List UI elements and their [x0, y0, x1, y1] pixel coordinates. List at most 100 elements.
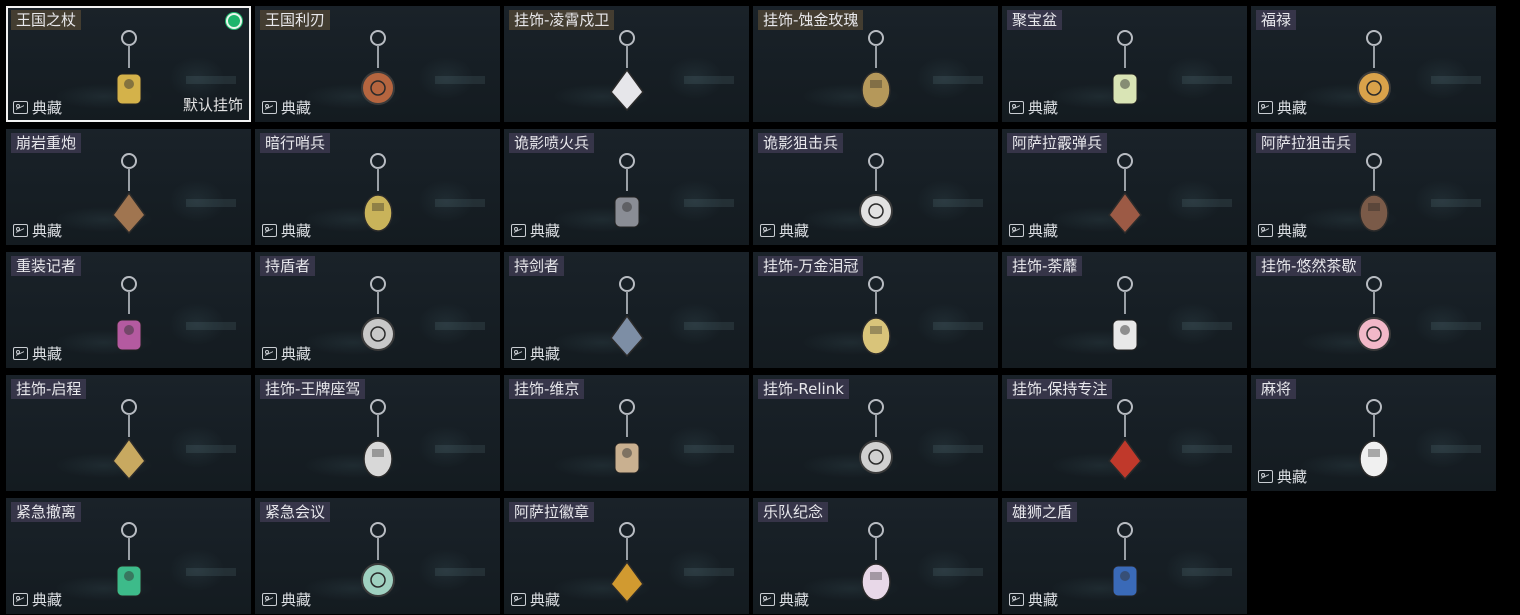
- charm-card[interactable]: 挂饰-王牌座驾: [255, 375, 500, 491]
- charm-card[interactable]: 挂饰-Relink: [753, 375, 998, 491]
- collection-label: 典藏: [32, 221, 63, 240]
- image-icon: [760, 592, 775, 606]
- charm-card[interactable]: 挂饰-悠然茶歇: [1251, 252, 1496, 368]
- charm-card[interactable]: 紧急会议 典藏: [255, 498, 500, 614]
- charm-name-label: 暗行哨兵: [260, 133, 331, 153]
- collection-label: 典藏: [1028, 590, 1059, 609]
- charm-card[interactable]: 挂饰-蚀金玫瑰: [753, 6, 998, 122]
- collection-tag: 典藏: [1009, 589, 1058, 609]
- charm-card[interactable]: 阿萨拉狙击兵 典藏: [1251, 129, 1496, 245]
- collection-tag: 典藏: [1258, 466, 1307, 486]
- flamethrower-figure-charm-icon: [597, 149, 657, 239]
- charm-name-label: 崩岩重炮: [11, 133, 82, 153]
- charm-name-label: 阿萨拉狙击兵: [1256, 133, 1357, 153]
- collection-tag: 典藏: [262, 589, 311, 609]
- cupcake-charm-icon: [1344, 272, 1404, 362]
- image-icon: [1258, 223, 1273, 237]
- charm-card[interactable]: 聚宝盆 典藏: [1002, 6, 1247, 122]
- collection-label: 典藏: [530, 344, 561, 363]
- charm-name-label: 紧急会议: [260, 502, 331, 522]
- charm-card[interactable]: 麻将 典藏: [1251, 375, 1496, 491]
- collection-tag: 典藏: [511, 589, 560, 609]
- cannon-figure-charm-icon: [99, 149, 159, 239]
- charm-card[interactable]: 福禄 典藏: [1251, 6, 1496, 122]
- image-icon: [262, 592, 277, 606]
- collection-label: 典藏: [281, 98, 312, 117]
- image-icon: [1009, 592, 1024, 606]
- collection-tag: 典藏: [13, 220, 62, 240]
- charm-card[interactable]: 诡影喷火兵 典藏: [504, 129, 749, 245]
- charm-name-label: 紧急撤离: [11, 502, 82, 522]
- asala-badge-charm-icon: [597, 518, 657, 608]
- charm-name-label: 诡影喷火兵: [509, 133, 595, 153]
- charm-card[interactable]: 持盾者 典藏: [255, 252, 500, 368]
- hammer-charm-icon: [597, 395, 657, 485]
- evac-sign-charm-icon: [99, 518, 159, 608]
- collection-label: 典藏: [779, 590, 810, 609]
- charm-name-label: 挂饰-Relink: [758, 379, 849, 399]
- stay-focused-tag-charm-icon: [1095, 395, 1155, 485]
- knight-charm-icon: [348, 26, 408, 116]
- default-charm-label: 默认挂饰: [182, 96, 243, 114]
- image-icon: [511, 592, 526, 606]
- charm-card[interactable]: 重装记者 典藏: [6, 252, 251, 368]
- charm-card[interactable]: 紧急撤离 典藏: [6, 498, 251, 614]
- image-icon: [262, 346, 277, 360]
- collection-label: 典藏: [530, 590, 561, 609]
- charm-card[interactable]: 挂饰-凌霄戍卫: [504, 6, 749, 122]
- charm-name-label: 阿萨拉徽章: [509, 502, 595, 522]
- charm-card[interactable]: 挂饰-启程: [6, 375, 251, 491]
- shield-bearer-figure-charm-icon: [348, 272, 408, 362]
- jet-charm-icon: [348, 395, 408, 485]
- collection-tag: 典藏: [1258, 220, 1307, 240]
- collection-tag: 典藏: [13, 589, 62, 609]
- charm-card[interactable]: 挂饰-保持专注: [1002, 375, 1247, 491]
- charm-name-label: 王国之杖: [11, 10, 82, 30]
- equipped-indicator-icon: [226, 13, 242, 29]
- charm-card[interactable]: 挂饰-荼蘼: [1002, 252, 1247, 368]
- charm-name-label: 挂饰-启程: [11, 379, 87, 399]
- mahjong-tile-charm-icon: [1344, 395, 1404, 485]
- collection-label: 典藏: [779, 221, 810, 240]
- charm-card[interactable]: 挂饰-维京: [504, 375, 749, 491]
- collection-label: 典藏: [1028, 221, 1059, 240]
- collection-label: 典藏: [281, 590, 312, 609]
- image-icon: [13, 223, 28, 237]
- lion-shield-charm-icon: [1095, 518, 1155, 608]
- sentry-figure-charm-icon: [348, 149, 408, 239]
- flower-charm-icon: [1095, 272, 1155, 362]
- crown-charm-icon: [846, 272, 906, 362]
- charm-card[interactable]: 诡影狙击兵 典藏: [753, 129, 998, 245]
- image-icon: [13, 100, 28, 114]
- charm-card[interactable]: 阿萨拉霰弹兵 典藏: [1002, 129, 1247, 245]
- collection-label: 典藏: [32, 98, 63, 117]
- collection-label: 典藏: [32, 590, 63, 609]
- image-icon: [1009, 100, 1024, 114]
- charm-name-label: 福禄: [1256, 10, 1297, 30]
- charm-name-label: 挂饰-维京: [509, 379, 585, 399]
- charm-card[interactable]: 持剑者 典藏: [504, 252, 749, 368]
- image-icon: [262, 223, 277, 237]
- rocket-charm-icon: [597, 26, 657, 116]
- charm-card[interactable]: 乐队纪念 典藏: [753, 498, 998, 614]
- charm-card[interactable]: 阿萨拉徽章 典藏: [504, 498, 749, 614]
- collection-tag: 典藏: [511, 220, 560, 240]
- collection-label: 典藏: [1028, 98, 1059, 117]
- charm-name-label: 持剑者: [509, 256, 565, 276]
- charm-card[interactable]: 暗行哨兵 典藏: [255, 129, 500, 245]
- scepter-charm-icon: [99, 26, 159, 116]
- charm-name-label: 乐队纪念: [758, 502, 829, 522]
- collection-tag: 典藏: [1009, 97, 1058, 117]
- charm-card[interactable]: 王国之杖 典藏 默认挂饰: [6, 6, 251, 122]
- charm-card[interactable]: 崩岩重炮 典藏: [6, 129, 251, 245]
- charm-name-label: 雄狮之盾: [1007, 502, 1078, 522]
- charm-card[interactable]: 王国利刃 典藏: [255, 6, 500, 122]
- charm-card[interactable]: 雄狮之盾 典藏: [1002, 498, 1247, 614]
- charm-grid: 王国之杖 典藏 默认挂饰 王国利刃 典藏 挂饰-凌霄戍卫 挂饰-蚀金玫瑰 聚宝盆 典藏…: [6, 6, 1500, 614]
- image-icon: [1258, 100, 1273, 114]
- collection-label: 典藏: [32, 344, 63, 363]
- collection-tag: 典藏: [760, 589, 809, 609]
- shotgunner-figure-charm-icon: [1095, 149, 1155, 239]
- charm-card[interactable]: 挂饰-万金泪冠: [753, 252, 998, 368]
- collection-tag: 典藏: [262, 220, 311, 240]
